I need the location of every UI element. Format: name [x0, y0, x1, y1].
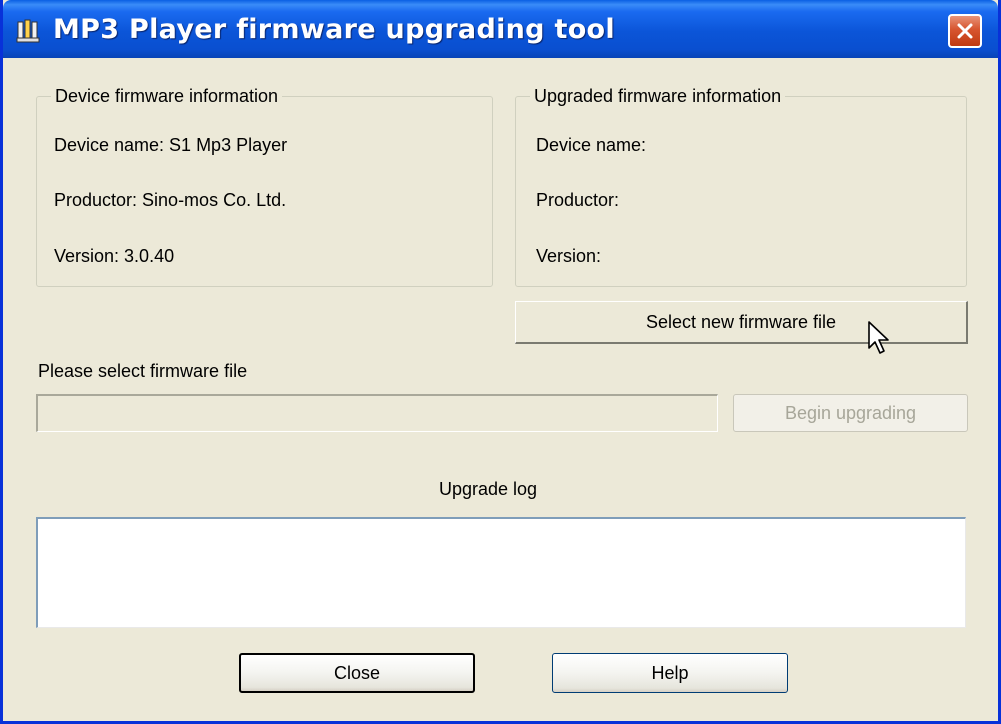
upgraded-version-label: Version: — [536, 246, 602, 266]
window-title: MP3 Player firmware upgrading tool — [53, 14, 615, 45]
device-version-value: Version: 3.0.40 — [54, 246, 175, 266]
upgrade-tool-window: MP3 Player firmware upgrading tool Devic… — [0, 0, 1001, 724]
upgraded-device-name-label: Device name: — [536, 135, 647, 155]
close-icon — [957, 23, 973, 39]
upgraded-firmware-legend: Upgraded firmware information — [530, 86, 786, 106]
close-button[interactable]: Close — [239, 653, 475, 693]
mouse-pointer-icon — [868, 321, 889, 354]
device-productor-value: Productor: Sino-mos Co. Ltd. — [54, 190, 287, 210]
app-icon — [16, 19, 40, 43]
device-firmware-legend: Device firmware information — [51, 86, 283, 106]
select-file-prompt: Please select firmware file — [38, 361, 248, 381]
upgrade-log-textarea[interactable] — [36, 517, 966, 628]
select-firmware-button[interactable]: Select new firmware file — [515, 301, 968, 344]
firmware-path-field[interactable] — [36, 394, 718, 432]
upgrade-log-label: Upgrade log — [439, 479, 538, 499]
begin-upgrading-button[interactable]: Begin upgrading — [733, 394, 968, 432]
upgraded-productor-label: Productor: — [536, 190, 620, 210]
title-bar[interactable]: MP3 Player firmware upgrading tool — [3, 0, 998, 58]
title-close-button[interactable] — [948, 14, 982, 48]
device-name-value: Device name: S1 Mp3 Player — [54, 135, 288, 155]
help-button[interactable]: Help — [552, 653, 788, 693]
